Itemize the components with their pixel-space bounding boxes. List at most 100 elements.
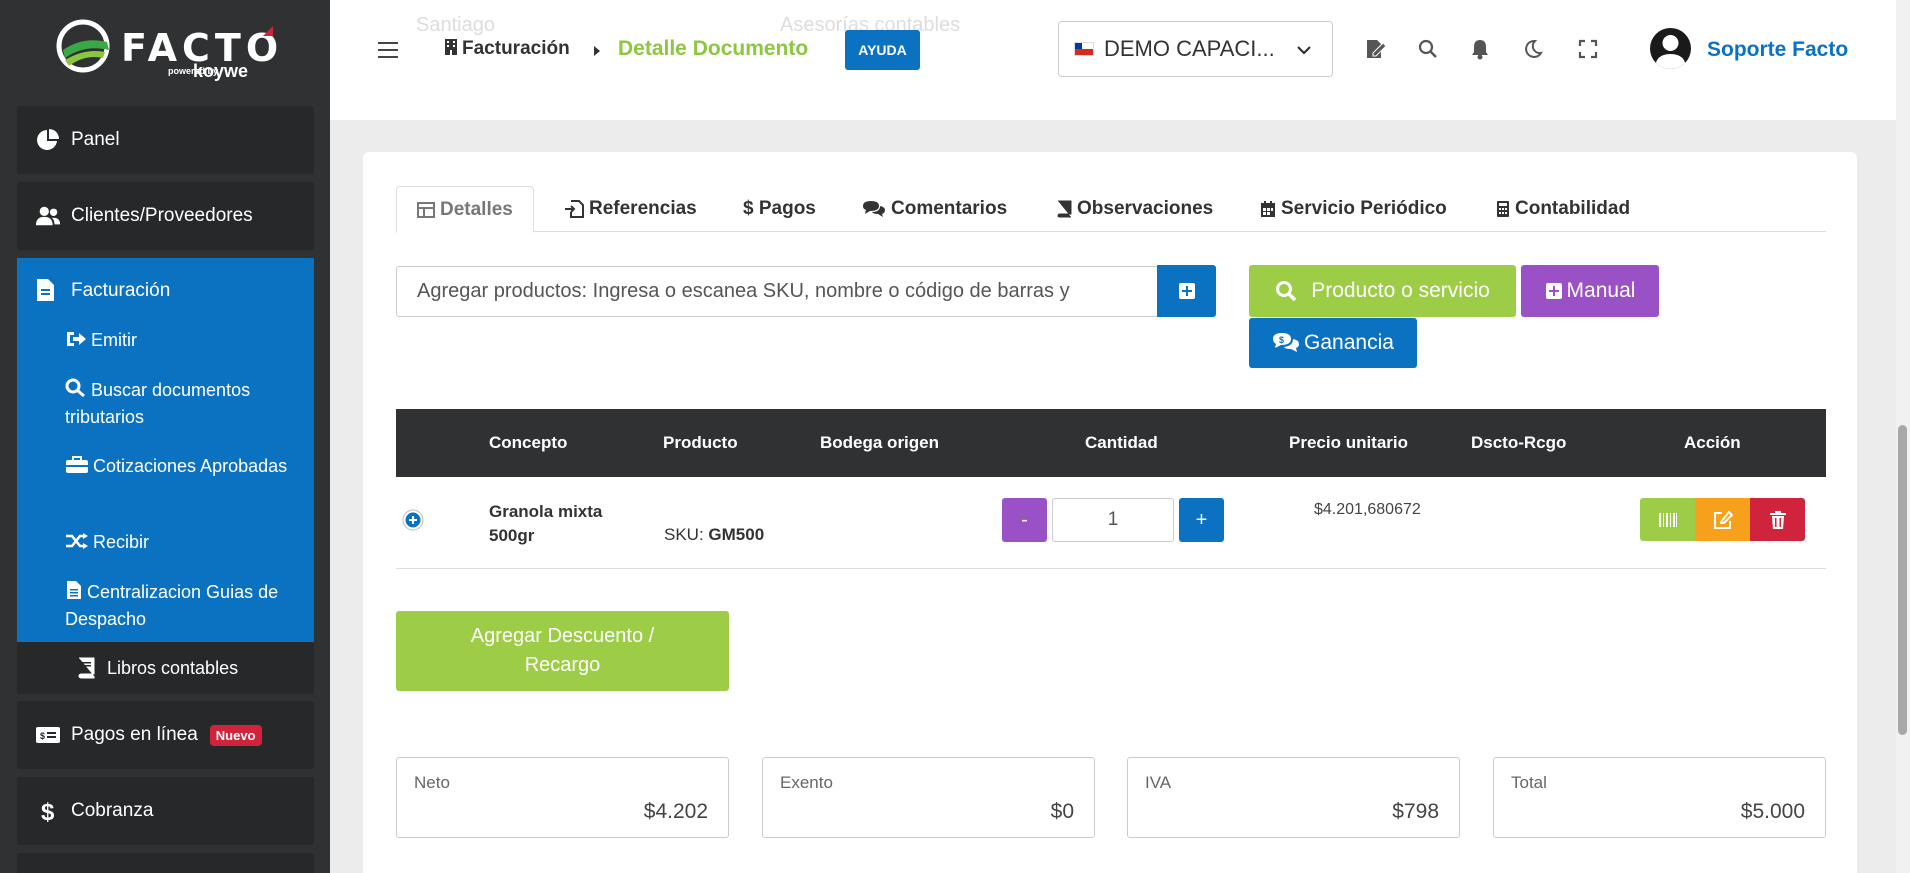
tab-observaciones[interactable]: Observaciones [1056, 186, 1213, 232]
sidebar-item-panel[interactable]: Panel [17, 106, 314, 174]
ayuda-button[interactable]: AYUDA [845, 30, 920, 70]
pie-chart-icon [35, 127, 61, 153]
sidebar-item-label: Cobranza [71, 800, 154, 821]
logo-accent-icon [263, 26, 273, 36]
avatar[interactable] [1650, 28, 1691, 69]
sidebar-sub-emitir[interactable]: Emitir [65, 328, 300, 355]
plus-square-icon [1178, 283, 1195, 299]
neto-label: Neto [414, 773, 450, 792]
tab-comentarios[interactable]: Comentarios [862, 186, 1007, 232]
row-sku: SKU: GM500 [664, 525, 764, 545]
barcode-button[interactable] [1640, 498, 1695, 541]
edit-button[interactable] [1695, 498, 1750, 541]
file-text-icon [65, 580, 83, 607]
document-sign-icon[interactable] [1363, 36, 1389, 62]
scrollbar-thumb[interactable] [1898, 425, 1907, 735]
comments-dollar-icon: $ [1273, 333, 1300, 352]
svg-text:$: $ [40, 731, 45, 741]
user-name[interactable]: Soporte Facto [1707, 38, 1848, 62]
tab-label: Contabilidad [1515, 198, 1631, 219]
facto-logo[interactable]: FACTO powered by koywe [55, 16, 278, 86]
sidebar-item-partial[interactable] [17, 853, 314, 873]
sidebar-sub-cotizaciones[interactable]: Cotizaciones Aprobadas [65, 454, 300, 481]
total-value: $5.000 [1740, 800, 1805, 823]
dollar-icon: $ [35, 798, 61, 824]
delete-button[interactable] [1750, 498, 1805, 541]
agregar-descuento-button[interactable]: Agregar Descuento / Recargo [396, 611, 729, 691]
moon-icon[interactable] [1520, 36, 1546, 62]
sign-out-icon [65, 330, 87, 355]
tab-label: Servicio Periódico [1281, 198, 1447, 219]
sku-label: SKU: [664, 525, 704, 544]
shuffle-icon [65, 532, 89, 557]
tab-pagos[interactable]: $ Pagos [743, 186, 816, 232]
search-icon [65, 378, 87, 405]
total-label: Total [1511, 773, 1547, 792]
ganancia-button[interactable]: $ Ganancia [1249, 318, 1417, 368]
book-icon [1057, 200, 1072, 218]
logo-brand: koywe [193, 61, 249, 81]
breadcrumb-label: Facturación [462, 38, 570, 59]
chile-flag-icon [1074, 42, 1094, 56]
breadcrumb-facturacion[interactable]: Facturación [444, 38, 570, 60]
tab-servicio-periodico[interactable]: Servicio Periódico [1260, 186, 1447, 232]
bell-icon[interactable] [1467, 36, 1493, 62]
qty-decrement-button[interactable]: - [1002, 498, 1047, 542]
tab-detalles[interactable]: Detalles [396, 186, 534, 233]
sidebar-sub-centralizacion[interactable]: Centralizacion Guias de Despacho [65, 580, 300, 632]
table-icon [417, 201, 435, 218]
col-cantidad: Cantidad [1085, 433, 1158, 452]
tab-label: $ Pagos [743, 198, 816, 219]
qty-input[interactable] [1052, 498, 1174, 542]
producto-servicio-button[interactable]: Producto o servicio [1249, 265, 1516, 317]
sidebar-item-libros[interactable]: Libros contables [17, 642, 314, 694]
file-import-icon [565, 200, 584, 218]
button-label: Producto o servicio [1311, 279, 1490, 302]
sidebar-sub-buscar[interactable]: Buscar documentos tributarios [65, 378, 300, 430]
concepto-line: 500gr [489, 526, 535, 545]
neto-box: Neto $4.202 [396, 757, 729, 838]
sidebar-item-pagos[interactable]: $ Pagos en línea Nuevo [17, 701, 314, 769]
tab-contabilidad[interactable]: Contabilidad [1496, 186, 1630, 232]
company-name: DEMO CAPACI... [1104, 36, 1275, 61]
col-dscto: Dscto-Rcgo [1471, 433, 1567, 452]
qty-increment-button[interactable]: + [1179, 498, 1224, 542]
hamburger-menu-icon[interactable] [378, 42, 398, 58]
exento-label: Exento [780, 773, 833, 792]
search-icon [1276, 281, 1297, 302]
manual-button[interactable]: Manual [1521, 265, 1659, 317]
facto-logo-icon [56, 19, 110, 73]
sidebar-item-facturacion[interactable]: Facturación [71, 280, 170, 302]
svg-text:$: $ [1279, 335, 1284, 345]
plus-square-icon [1545, 283, 1562, 299]
row-precio: $4.201,680672 [1314, 501, 1421, 518]
sidebar-group-facturacion: Facturación Emitir Buscar documentos tri… [17, 258, 314, 642]
search-icon[interactable] [1415, 36, 1441, 62]
iva-label: IVA [1145, 773, 1172, 792]
book-icon [73, 655, 99, 681]
fullscreen-icon[interactable] [1575, 36, 1601, 62]
product-search-input[interactable] [396, 266, 1158, 317]
neto-value: $4.202 [643, 800, 708, 823]
button-label: Manual [1566, 279, 1636, 302]
company-select[interactable]: DEMO CAPACI... [1058, 21, 1333, 77]
building-icon [445, 39, 457, 55]
sidebar-item-cobranza[interactable]: $ Cobranza [17, 777, 314, 845]
briefcase-icon [65, 456, 89, 481]
iva-box: IVA $798 [1127, 757, 1460, 838]
chevron-down-icon [1297, 46, 1311, 55]
tab-label: Referencias [589, 198, 697, 219]
sidebar-item-label: Panel [71, 129, 120, 150]
sidebar-sub-recibir[interactable]: Recibir [65, 530, 300, 557]
barcode-icon [1658, 512, 1677, 527]
calculator-icon [1497, 201, 1509, 217]
sidebar-item-clientes[interactable]: Clientes/Proveedores [17, 182, 314, 250]
svg-text:$: $ [41, 799, 55, 824]
tab-label: Observaciones [1077, 198, 1214, 219]
ghost-text: Santiago [416, 14, 495, 36]
new-badge: Nuevo [209, 724, 262, 746]
expand-row-icon[interactable] [402, 509, 424, 531]
add-product-button[interactable] [1157, 265, 1216, 317]
row-concepto: Granola mixta 500gr [489, 500, 602, 548]
tab-referencias[interactable]: Referencias [564, 186, 697, 232]
